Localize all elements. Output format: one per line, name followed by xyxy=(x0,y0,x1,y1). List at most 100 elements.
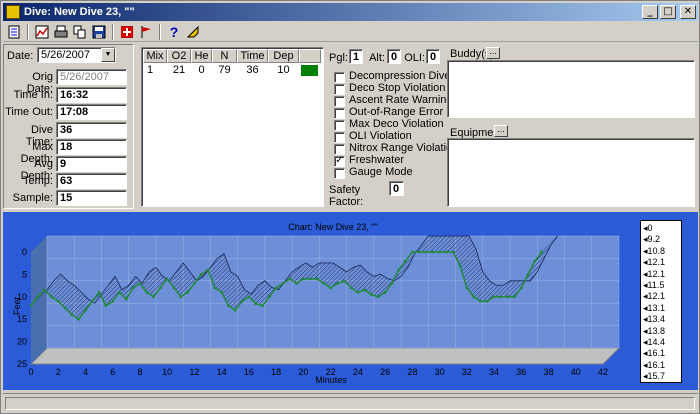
table-cell-mix[interactable]: 1 xyxy=(143,64,157,77)
column-header-n[interactable]: N xyxy=(212,49,237,63)
dive-time-field[interactable]: 36 xyxy=(56,122,127,138)
profile-point xyxy=(336,281,339,285)
sample-label: Sample: xyxy=(12,192,53,204)
profile-point xyxy=(233,308,237,312)
minimize-button[interactable]: _ xyxy=(642,5,658,19)
legend-item: ◂11.5 xyxy=(643,280,665,291)
close-button[interactable]: ✕ xyxy=(680,5,696,19)
legend-item: ◂12.1 xyxy=(643,268,666,279)
x-tick-label: 0 xyxy=(28,367,33,377)
first-aid-icon[interactable] xyxy=(119,24,135,40)
x-tick-label: 38 xyxy=(544,367,554,377)
profile-point xyxy=(322,281,326,285)
checkbox-decompression-dive[interactable] xyxy=(334,72,345,83)
max-depth-field[interactable]: 18 xyxy=(56,139,127,155)
legend-item: ◂0 xyxy=(643,223,653,233)
column-header-o2[interactable]: O2 xyxy=(167,49,191,63)
profile-point xyxy=(131,286,135,290)
checkbox-oli-violation[interactable] xyxy=(334,132,345,143)
temp-label: Temp: xyxy=(23,175,53,187)
column-header-he[interactable]: He xyxy=(191,49,212,63)
checkbox-freshwater[interactable]: ✓ xyxy=(334,156,345,167)
chevron-down-icon[interactable]: ▼ xyxy=(101,48,115,62)
profile-point xyxy=(227,304,230,308)
dive-profile-chart[interactable]: 0 2 4 6 8 10 12 14 16 18 20 22 24 26 28 30 32 34 36 38 40 42 … xyxy=(3,212,698,390)
equipment-textbox[interactable] xyxy=(447,138,695,207)
chart-icon[interactable] xyxy=(34,24,50,40)
buddy-textbox[interactable] xyxy=(447,60,695,118)
time-in-field[interactable]: 16:32 xyxy=(56,87,127,103)
chart-svg: 0 2 4 6 8 10 12 14 16 18 20 22 24 26 28 30 32 34 36 38 40 42 … xyxy=(12,222,621,385)
save-icon[interactable] xyxy=(91,24,107,40)
flag-label: Ascent Rate Warning xyxy=(349,94,453,106)
time-out-field[interactable]: 17:08 xyxy=(56,104,127,120)
profile-point xyxy=(281,281,285,285)
table-cell-dep[interactable]: 10 xyxy=(268,64,299,77)
pgl-label: Pgl: xyxy=(329,52,348,64)
profile-point xyxy=(499,295,503,299)
y-tick-label: 20 xyxy=(17,337,27,347)
profile-point xyxy=(417,250,421,254)
x-tick-label: 34 xyxy=(489,367,499,377)
checkbox-ascent-rate-warning[interactable] xyxy=(334,96,345,107)
table-cell-o2[interactable]: 21 xyxy=(167,64,191,77)
chart-back-wall xyxy=(47,236,619,348)
alt-value: 0 xyxy=(387,49,401,64)
profile-point xyxy=(90,299,94,303)
avg-depth-field[interactable]: 9 xyxy=(56,156,127,172)
profile-point xyxy=(50,295,53,299)
y-tick-label: 25 xyxy=(17,359,27,369)
column-header-time[interactable]: Time xyxy=(237,49,268,63)
checkbox-deco-stop-violation[interactable] xyxy=(334,84,345,95)
checkbox-max-deco-violation[interactable] xyxy=(334,120,345,131)
profile-point xyxy=(295,281,298,285)
profile-point xyxy=(199,273,203,276)
x-tick-label: 2 xyxy=(56,367,61,377)
profile-point xyxy=(186,290,190,294)
profile-point xyxy=(63,306,67,310)
mix-color-swatch[interactable] xyxy=(301,65,318,76)
date-picker[interactable]: 5/26/2007 ▼ xyxy=(37,47,116,63)
chart-ylabel: Feet xyxy=(12,296,22,315)
profile-point xyxy=(97,290,101,294)
profile-point xyxy=(526,273,530,276)
x-tick-label: 12 xyxy=(189,367,199,377)
temp-field[interactable]: 63 xyxy=(56,173,127,189)
oli-label: OLI: xyxy=(404,52,425,64)
mix-table[interactable]: Mix O2 He N Time Dep 1 21 0 79 36 10 xyxy=(141,47,324,207)
checkbox-out-of-range-error[interactable] xyxy=(334,108,345,119)
buddy-browse-button[interactable]: ... xyxy=(486,47,500,59)
table-cell-n[interactable]: 79 xyxy=(212,64,237,77)
log-icon[interactable] xyxy=(6,24,22,40)
x-tick-label: 6 xyxy=(110,367,115,377)
safety-factor-value[interactable]: 0 xyxy=(389,181,404,196)
x-tick-label: 42 xyxy=(598,367,608,377)
pointer-icon[interactable] xyxy=(185,24,201,40)
column-header-dep[interactable]: Dep xyxy=(268,49,299,63)
checkbox-gauge-mode[interactable] xyxy=(334,168,345,179)
equipment-browse-button[interactable]: ... xyxy=(494,125,508,137)
sample-field[interactable]: 15 xyxy=(56,190,127,206)
profile-point xyxy=(254,302,258,305)
print-icon[interactable] xyxy=(53,24,69,40)
table-cell-time[interactable]: 36 xyxy=(237,64,268,77)
profile-point xyxy=(145,290,149,294)
column-header-color[interactable] xyxy=(299,49,321,63)
time-out-label: Time Out: xyxy=(5,106,53,118)
chart-legend: ◂0 ◂9.2 ◂10.8 ◂12.1 ◂12.1 ◂11.5 ◂12.1 ◂1… xyxy=(640,220,682,383)
profile-point xyxy=(315,277,319,281)
profile-point xyxy=(84,308,87,312)
copy-icon[interactable] xyxy=(72,24,88,40)
profile-point xyxy=(220,290,224,294)
help-icon[interactable]: ? xyxy=(166,24,182,40)
profile-point xyxy=(206,268,210,272)
table-cell-he[interactable]: 0 xyxy=(191,64,212,77)
maximize-button[interactable]: □ xyxy=(660,5,676,19)
column-header-mix[interactable]: Mix xyxy=(143,49,167,63)
profile-point xyxy=(370,293,373,296)
flag-label: Max Deco Violation xyxy=(349,118,444,130)
flag-icon[interactable] xyxy=(138,24,154,40)
profile-point xyxy=(472,295,476,299)
checkbox-nitrox-range-violation[interactable] xyxy=(334,144,345,155)
x-tick-label: 16 xyxy=(244,367,254,377)
